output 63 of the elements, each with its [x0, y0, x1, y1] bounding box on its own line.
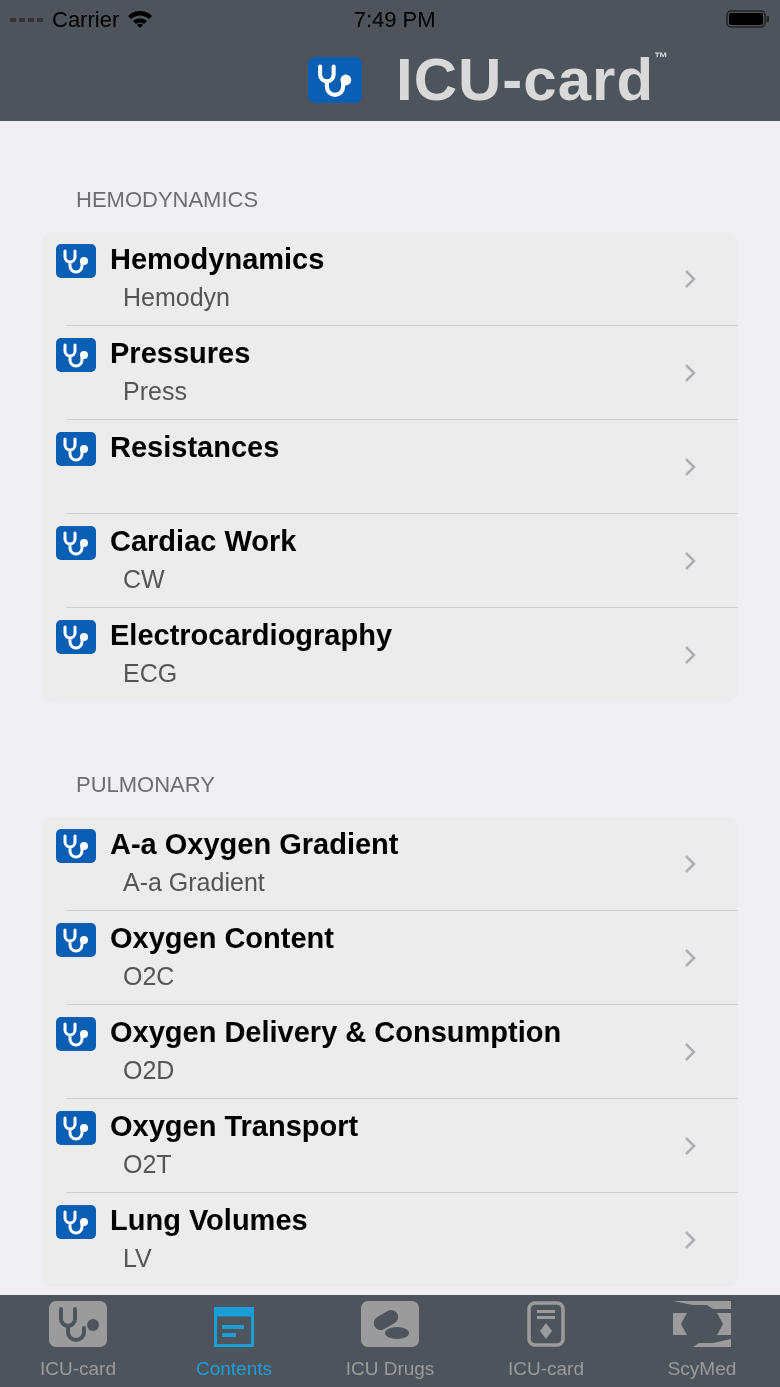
row-title: Pressures [110, 336, 252, 370]
stethoscope-icon [56, 244, 96, 278]
row-subtitle: ECG [122, 658, 179, 689]
stethoscope-icon [49, 1300, 107, 1347]
row-subtitle: O2D [122, 1055, 176, 1086]
row-title: Oxygen Transport [110, 1109, 360, 1143]
stethoscope-icon [56, 829, 96, 863]
list-row[interactable]: Resistances [42, 420, 738, 514]
stethoscope-icon [56, 1205, 96, 1239]
list-row[interactable]: Oxygen Content O2C [42, 911, 738, 1005]
stethoscope-icon [56, 1111, 96, 1145]
logo-text: ICU-card [396, 49, 655, 110]
row-subtitle: O2C [122, 961, 176, 992]
list-row[interactable]: Oxygen Delivery & Consumption O2D [42, 1005, 738, 1099]
row-subtitle: A-a Gradient [122, 867, 266, 898]
chevron-icon [684, 1230, 696, 1250]
carrier-label: Carrier [52, 5, 120, 34]
wifi-icon [127, 9, 154, 29]
row-subtitle: CW [122, 564, 166, 595]
chevron-icon [684, 551, 696, 571]
list-row[interactable]: Cardiac Work CW [42, 514, 738, 608]
list-row[interactable]: A-a Oxygen Gradient A-a Gradient [42, 817, 738, 911]
chevron-icon [684, 457, 696, 477]
row-title: Oxygen Content [110, 921, 335, 955]
time-label: 7:49 PM [353, 5, 436, 34]
list-row[interactable]: Lung Volumes LV [42, 1193, 738, 1287]
logo-icon [673, 1300, 731, 1347]
contents-icon [214, 1306, 254, 1347]
list-row[interactable]: Hemodynamics Hemodyn [42, 232, 738, 326]
chevron-icon [684, 1136, 696, 1156]
row-title: A-a Oxygen Gradient [110, 827, 400, 861]
row-subtitle: LV [122, 1243, 153, 1274]
row-title: Lung Volumes [110, 1203, 309, 1237]
row-title: Resistances [110, 430, 281, 464]
stethoscope-icon [56, 526, 96, 560]
row-subtitle: Press [122, 376, 188, 407]
row-subtitle: Hemodyn [122, 282, 231, 313]
battery-icon [726, 9, 770, 29]
section-header: PULMONARY [75, 771, 216, 799]
list-row[interactable]: Oxygen Transport O2T [42, 1099, 738, 1193]
row-subtitle: O2T [122, 1149, 173, 1180]
pill-icon [361, 1300, 419, 1347]
stethoscope-icon [56, 923, 96, 957]
stethoscope-icon [56, 620, 96, 654]
document-icon [527, 1300, 565, 1347]
row-title: Cardiac Work [110, 524, 298, 558]
chevron-icon [684, 269, 696, 289]
chevron-icon [684, 1042, 696, 1062]
trademark-mark: ™ [654, 49, 669, 64]
chevron-icon [684, 363, 696, 383]
stethoscope-icon [56, 432, 96, 466]
chevron-icon [684, 948, 696, 968]
section-header: HEMODYNAMICS [75, 186, 260, 214]
chevron-icon [684, 854, 696, 874]
row-title: Hemodynamics [110, 242, 326, 276]
list-row[interactable]: Pressures Press [42, 326, 738, 420]
stethoscope-icon [56, 338, 96, 372]
signal-icon [10, 15, 44, 23]
row-title: Electrocardiography [110, 618, 394, 652]
row-title: Oxygen Delivery & Consumption [110, 1015, 563, 1049]
stethoscope-icon [56, 1017, 96, 1051]
chevron-icon [684, 645, 696, 665]
list-row[interactable]: Electrocardiography ECG [42, 608, 738, 702]
